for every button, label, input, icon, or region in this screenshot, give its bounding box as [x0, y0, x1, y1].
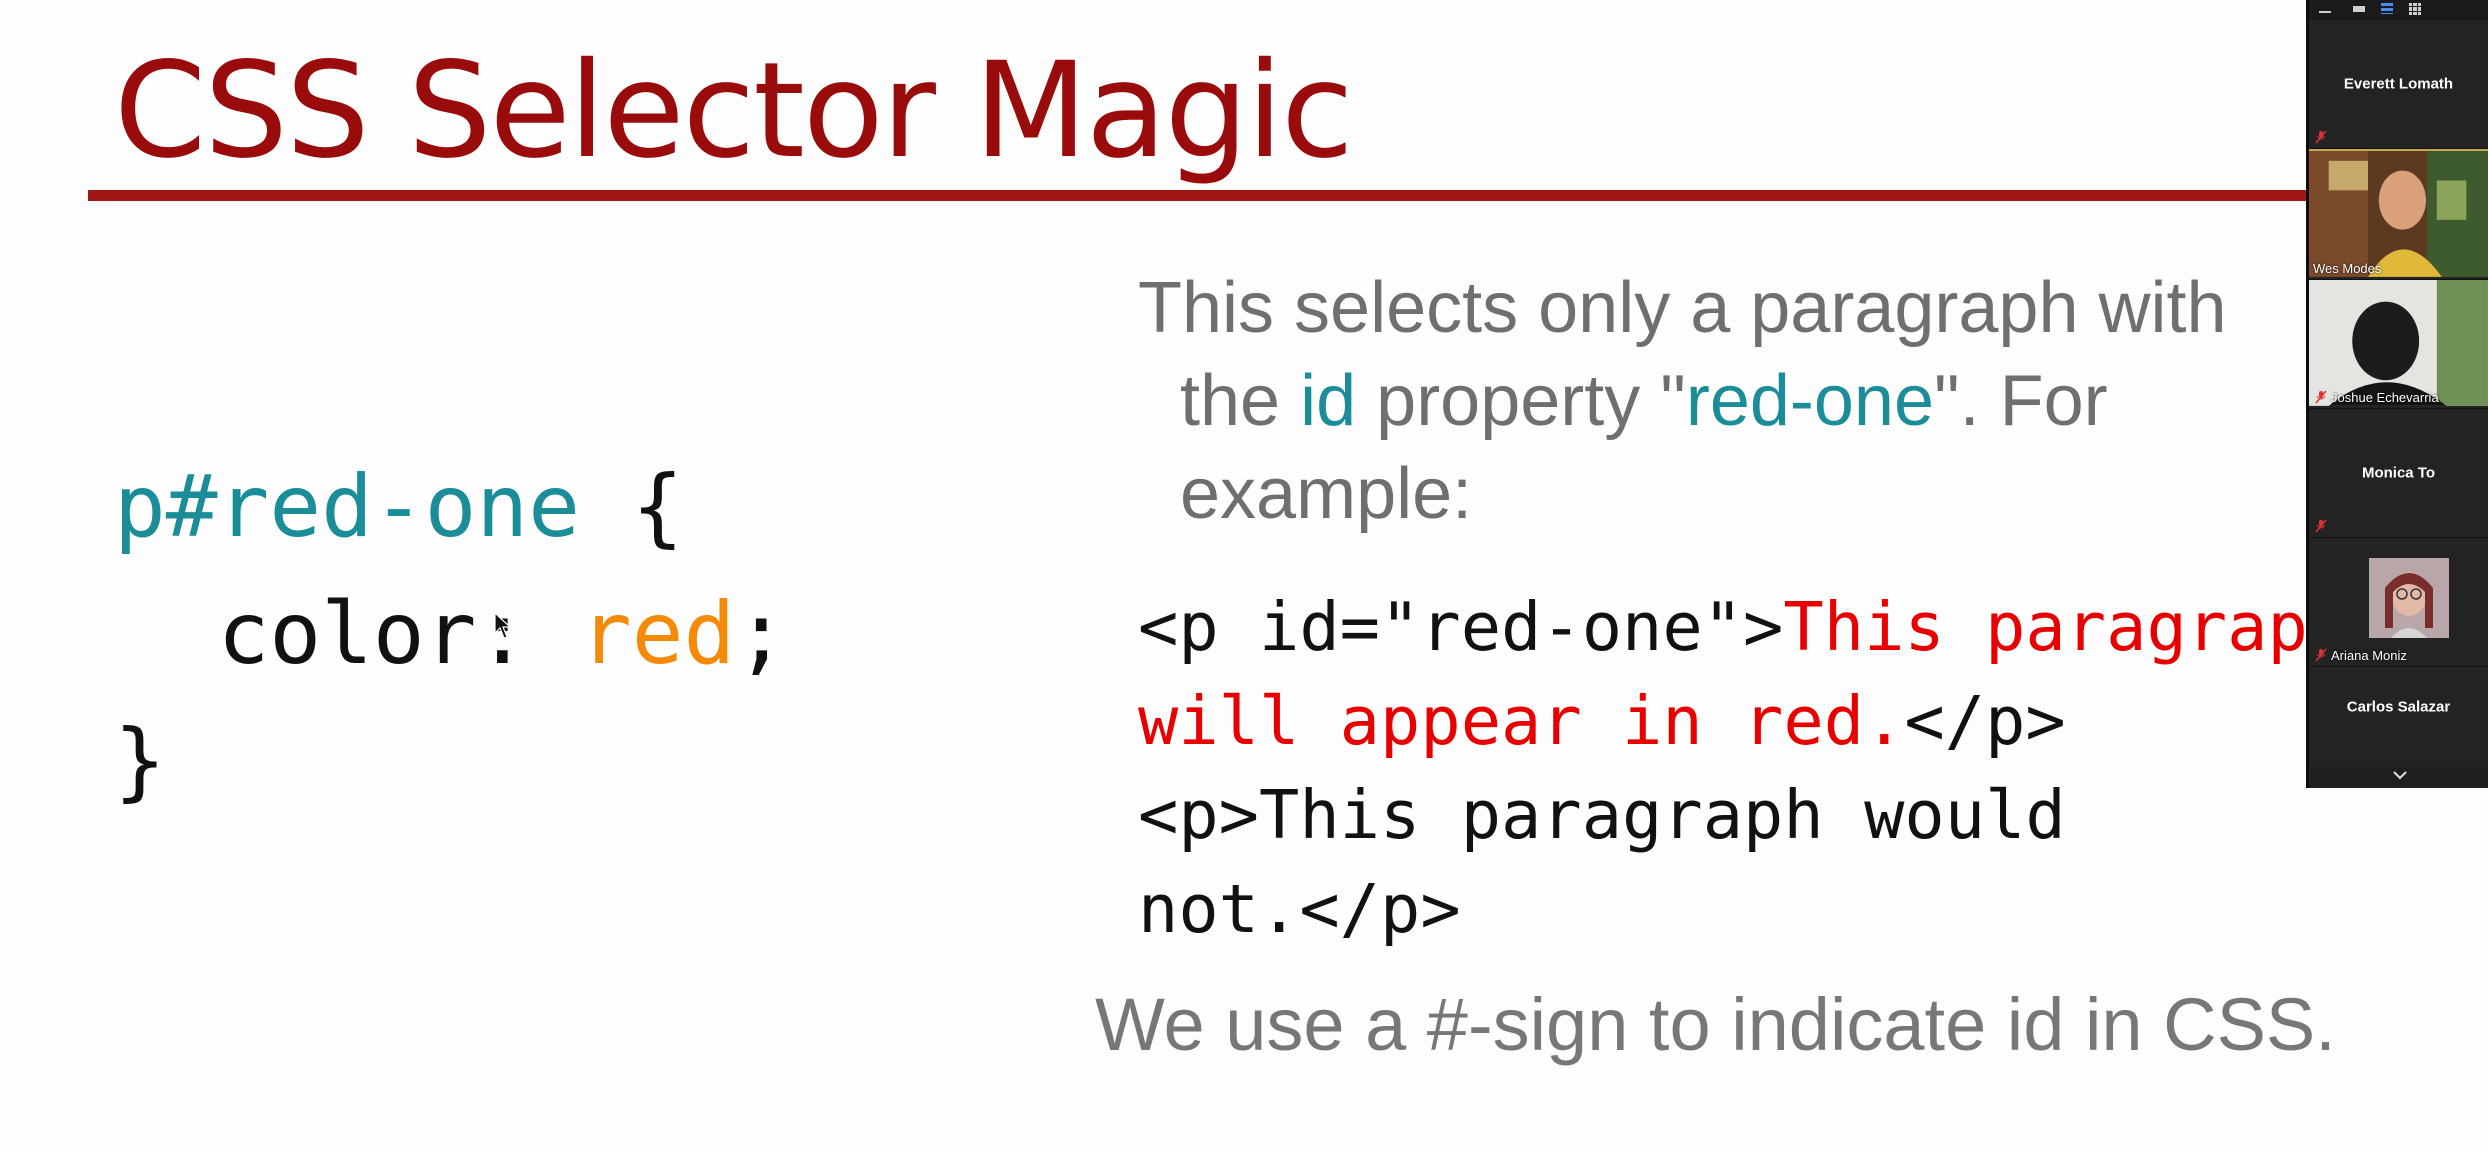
code-line-1: p#red-one { — [114, 444, 787, 571]
participant-name: Joshue Echevarria — [2331, 390, 2439, 405]
participant-name: Carlos Salazar — [2346, 698, 2451, 716]
chevron-down-icon[interactable] — [2309, 764, 2488, 786]
css-code-sample: p#red-one { color: red;} — [114, 444, 787, 825]
participant-name: Everett Lomath — [2343, 75, 2454, 93]
explanation-line-2: the id property "red-one". For — [1138, 355, 2338, 448]
code-line-3: } — [114, 698, 787, 825]
strip-view-icon[interactable] — [2379, 2, 2395, 16]
participant-tile[interactable]: Ariana Moniz — [2309, 538, 2488, 667]
footer-note: We use a #-sign to indicate id in CSS. — [1095, 983, 2336, 1066]
participant-tile[interactable]: Monica To — [2309, 409, 2488, 538]
code-semicolon: ; — [735, 584, 788, 684]
explanation-line-1: This selects only a paragraph with — [1138, 268, 2227, 348]
participant-name: Ariana Moniz — [2331, 648, 2407, 663]
html-close-tag: </p> — [1904, 682, 2066, 760]
grid-view-icon[interactable] — [2407, 2, 2423, 16]
code-property: color: — [217, 584, 580, 684]
explanation-id-keyword: id — [1300, 361, 1357, 441]
minimize-icon[interactable] — [2317, 2, 2333, 16]
html-line-3: <p>This paragraph would — [1138, 776, 2066, 854]
html-red-text: will appear in red. — [1138, 682, 1905, 760]
html-code-sample: <p id="red-one">This paragraph will appea… — [1138, 580, 2348, 956]
participant-video — [2309, 280, 2488, 406]
explanation-line-3: example: — [1180, 454, 1473, 534]
html-line-4: not.</p> — [1138, 870, 1461, 948]
html-line-2: will appear in red.</p> — [1138, 674, 2348, 768]
explanation-text-fragment: property " — [1356, 361, 1686, 441]
presentation-slide: CSS Selector Magic p#red-one { color: re… — [0, 0, 2488, 1151]
participant-tile[interactable]: Joshue Echevarria — [2309, 280, 2488, 409]
mic-muted-icon — [2315, 648, 2327, 662]
participant-avatar — [2369, 558, 2449, 638]
participant-name: Monica To — [2361, 464, 2436, 482]
code-line-2: color: red; — [114, 571, 788, 698]
explanation-text: This selects only a paragraph with the i… — [1138, 262, 2338, 541]
html-open-tag: <p id="red-one"> — [1138, 588, 1784, 666]
panel-toolbar — [2309, 0, 2488, 20]
participant-tile[interactable]: Everett Lomath — [2309, 20, 2488, 149]
participant-tile[interactable]: Carlos Salazar — [2309, 667, 2488, 767]
mic-muted-icon — [2315, 519, 2327, 533]
participant-name: Wes Modes — [2313, 261, 2382, 276]
mic-muted-icon — [2315, 130, 2327, 144]
slide-title: CSS Selector Magic — [114, 34, 1354, 188]
code-value: red — [580, 584, 736, 684]
code-close-brace: } — [114, 711, 166, 811]
code-selector: p#red-one — [114, 457, 580, 557]
explanation-text-fragment: ". For — [1934, 361, 2108, 441]
title-divider — [88, 190, 2488, 201]
code-open-brace: { — [580, 457, 684, 557]
participant-panel: Everett Lomath Wes Modes Joshue Echevarr… — [2306, 0, 2488, 788]
html-red-text: This paragraph — [1783, 588, 2349, 666]
html-line-1: <p id="red-one">This paragraph — [1138, 580, 2348, 674]
single-view-icon[interactable] — [2351, 2, 2367, 16]
mouse-cursor-icon — [494, 612, 512, 639]
mic-muted-icon — [2315, 390, 2327, 404]
participant-video — [2309, 151, 2488, 277]
explanation-id-value: red-one — [1685, 361, 1935, 441]
participant-tile[interactable]: Wes Modes — [2309, 149, 2488, 280]
explanation-text-fragment: the — [1180, 361, 1301, 441]
